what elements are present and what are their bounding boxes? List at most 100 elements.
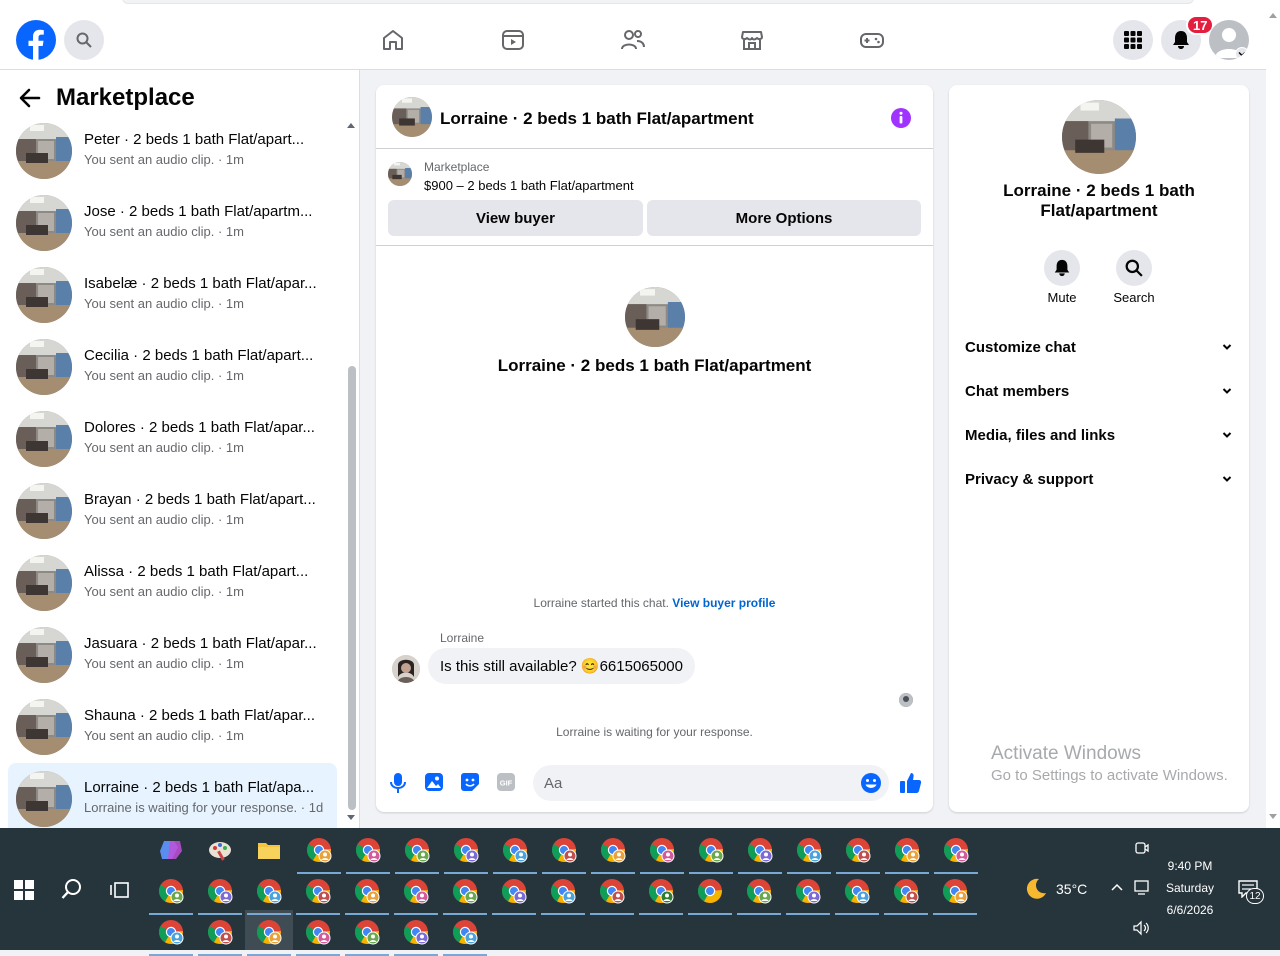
more-options-button[interactable]: More Options (647, 200, 921, 236)
sticker-button[interactable] (460, 772, 480, 792)
task-view-button[interactable] (110, 880, 130, 900)
network-icon[interactable] (1134, 880, 1152, 896)
search-in-chat-button[interactable] (1116, 250, 1152, 286)
sender-avatar[interactable] (392, 655, 420, 683)
chrome-window-icon[interactable] (149, 875, 193, 915)
chrome-window-icon[interactable] (149, 916, 193, 956)
taskbar-search-button[interactable] (61, 878, 83, 900)
chrome-window-icon[interactable] (345, 916, 389, 956)
chrome-window-icon[interactable] (443, 875, 487, 915)
conversation-item[interactable]: Lorraine · 2 beds 1 bath Flat/apa... Lorr… (8, 763, 337, 828)
chat-info-button[interactable] (890, 107, 912, 129)
conversation-item[interactable]: Jose · 2 beds 1 bath Flat/apartm... You s… (8, 187, 337, 259)
mute-button[interactable] (1044, 250, 1080, 286)
paint-app-icon[interactable] (204, 834, 236, 866)
volume-icon[interactable] (1132, 920, 1150, 936)
listing-detail[interactable]: $900 – 2 beds 1 bath Flat/apartment (424, 178, 634, 193)
chrome-window-icon[interactable] (346, 834, 390, 874)
scrollbar-thumb[interactable] (348, 366, 356, 810)
search-button[interactable] (64, 20, 104, 60)
listing-thumbnail[interactable] (392, 97, 432, 137)
chrome-window-icon[interactable] (786, 875, 830, 915)
nav-gaming-button[interactable] (857, 24, 887, 56)
chrome-window-icon[interactable] (443, 916, 487, 956)
chrome-window-icon[interactable] (247, 875, 291, 915)
scroll-down-arrow-icon[interactable] (1269, 814, 1277, 820)
chrome-window-icon[interactable] (738, 834, 782, 874)
clock-day[interactable]: Saturday (1160, 881, 1220, 895)
conversation-item[interactable]: Isabelæ · 2 beds 1 bath Flat/apar... You … (8, 259, 337, 331)
chrome-window-icon[interactable] (640, 834, 684, 874)
chrome-window-icon[interactable] (198, 875, 242, 915)
scroll-up-arrow-icon[interactable] (1269, 12, 1277, 18)
section-media-files-links[interactable]: Media, files and links (965, 417, 1233, 453)
conversation-item[interactable]: Brayan · 2 beds 1 bath Flat/apart... You … (8, 475, 337, 547)
conversation-item[interactable]: Shauna · 2 beds 1 bath Flat/apar... You s… (8, 691, 337, 763)
chrome-window-icon[interactable] (394, 916, 438, 956)
chrome-window-icon[interactable] (444, 834, 488, 874)
chrome-window-icon[interactable] (885, 834, 929, 874)
chrome-window-icon[interactable] (345, 875, 389, 915)
nav-home-button[interactable] (378, 24, 408, 56)
message-bubble[interactable]: Is this still available? 😊6615065000 (428, 648, 695, 684)
page-scrollbar[interactable] (1266, 10, 1280, 828)
nav-video-button[interactable] (498, 24, 528, 56)
back-button[interactable] (18, 86, 42, 110)
chrome-window-icon[interactable] (689, 834, 733, 874)
chrome-window-icon[interactable] (787, 834, 831, 874)
chrome-window-icon[interactable] (297, 834, 341, 874)
chrome-window-icon[interactable] (247, 916, 291, 956)
chrome-window-icon[interactable] (493, 834, 537, 874)
chrome-window-icon[interactable] (835, 875, 879, 915)
scroll-down-arrow-icon[interactable] (347, 815, 355, 821)
chrome-window-icon[interactable] (394, 875, 438, 915)
copilot-app-icon[interactable] (155, 834, 187, 866)
voice-clip-button[interactable] (388, 772, 408, 794)
start-button[interactable] (14, 880, 34, 900)
clock-date[interactable]: 6/6/2026 (1160, 903, 1220, 917)
sidebar-scrollbar[interactable] (344, 118, 358, 821)
section-chat-members[interactable]: Chat members (965, 373, 1233, 409)
facebook-logo-icon[interactable] (16, 20, 56, 60)
meet-now-icon[interactable] (1134, 840, 1150, 856)
chrome-window-icon[interactable] (590, 875, 634, 915)
nav-friends-button[interactable] (618, 24, 648, 56)
file-explorer-icon[interactable] (253, 834, 285, 866)
weather-icon[interactable] (1024, 877, 1048, 901)
chrome-window-icon[interactable] (296, 875, 340, 915)
chrome-window-icon[interactable] (737, 875, 781, 915)
chrome-window-icon[interactable] (395, 834, 439, 874)
view-buyer-profile-link[interactable]: View buyer profile (672, 596, 775, 610)
conversation-item[interactable]: Dolores · 2 beds 1 bath Flat/apar... You … (8, 403, 337, 475)
menu-button[interactable] (1113, 20, 1153, 60)
gif-button[interactable]: GIF (496, 772, 516, 792)
view-buyer-button[interactable]: View buyer (388, 200, 643, 236)
message-input[interactable]: Aa (533, 765, 889, 801)
conversation-item[interactable]: Alissa · 2 beds 1 bath Flat/apart... You … (8, 547, 337, 619)
emoji-button[interactable] (860, 772, 882, 794)
scroll-up-arrow-icon[interactable] (347, 122, 355, 128)
chrome-window-icon[interactable] (542, 834, 586, 874)
chrome-window-icon[interactable] (296, 916, 340, 956)
send-like-button[interactable] (899, 771, 923, 795)
conversation-item[interactable]: Peter · 2 beds 1 bath Flat/apart... You s… (8, 115, 337, 187)
chrome-window-icon[interactable] (884, 875, 928, 915)
chrome-window-icon[interactable] (934, 834, 978, 874)
chrome-window-icon[interactable] (541, 875, 585, 915)
chrome-window-icon[interactable] (836, 834, 880, 874)
weather-temperature[interactable]: 35°C (1056, 881, 1087, 897)
section-privacy-support[interactable]: Privacy & support (965, 461, 1233, 497)
chrome-window-icon[interactable] (492, 875, 536, 915)
chat-title[interactable]: Lorraine · 2 beds 1 bath Flat/apartment (440, 109, 754, 129)
section-customize-chat[interactable]: Customize chat (965, 329, 1233, 365)
chrome-window-icon[interactable] (688, 875, 732, 915)
attach-photo-button[interactable] (424, 772, 444, 792)
clock-time[interactable]: 9:40 PM (1160, 859, 1220, 873)
chrome-window-icon[interactable] (639, 875, 683, 915)
nav-marketplace-button[interactable] (737, 24, 767, 56)
conversation-item[interactable]: Jasuara · 2 beds 1 bath Flat/apar... You … (8, 619, 337, 691)
chrome-window-icon[interactable] (591, 834, 635, 874)
account-avatar-button[interactable] (1209, 20, 1249, 60)
chrome-window-icon[interactable] (933, 875, 977, 915)
chrome-window-icon[interactable] (198, 916, 242, 956)
